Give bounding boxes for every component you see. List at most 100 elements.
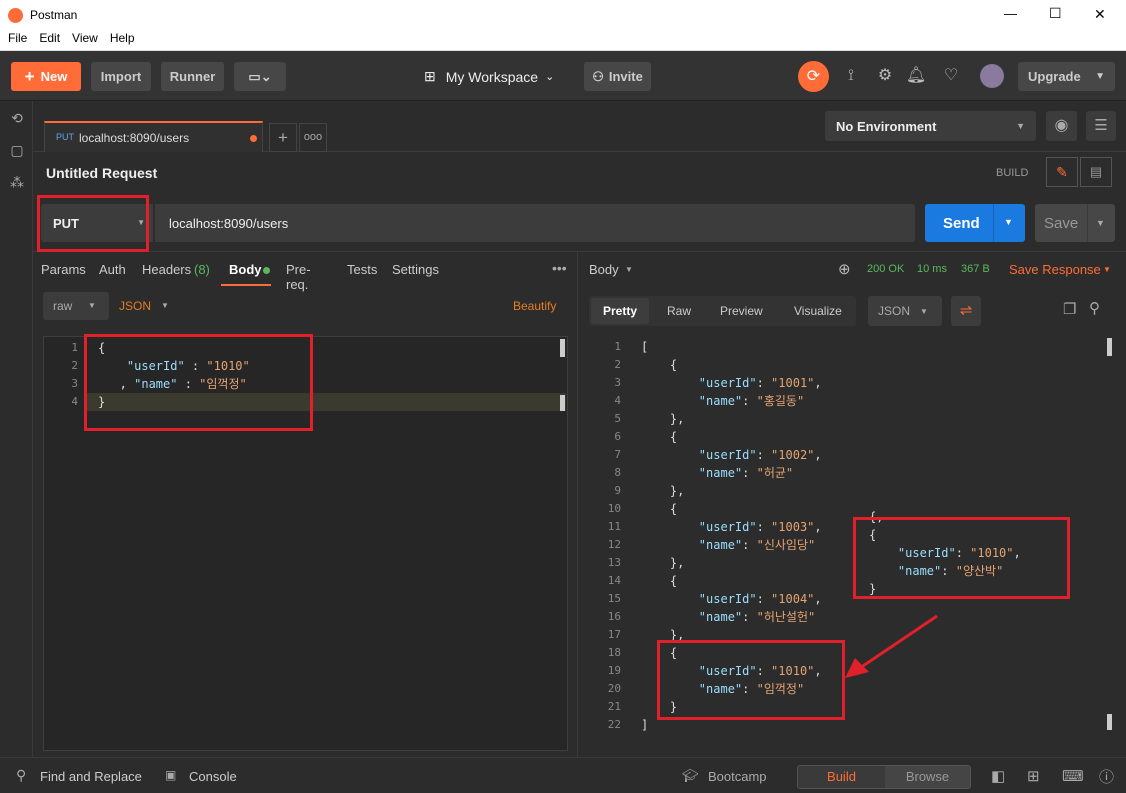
caret-down-icon[interactable]: ▼ xyxy=(1004,217,1013,227)
more-options-icon[interactable]: ••• xyxy=(552,260,567,276)
line-number: 1 xyxy=(71,341,78,354)
code-token: ] xyxy=(641,718,649,732)
help-icon[interactable]: ⓘ xyxy=(1099,766,1114,787)
code-line: { xyxy=(641,428,677,446)
copy-icon[interactable]: ❐ xyxy=(1063,300,1076,318)
sliders-icon[interactable]: ☰ xyxy=(1086,111,1116,141)
bootcamp-icon[interactable]: 🎓︎ xyxy=(682,768,699,784)
status-code: 200 OK xyxy=(867,263,905,275)
editor-scrollbar[interactable] xyxy=(560,339,565,357)
code-token: : xyxy=(742,610,757,624)
wrap-lines-icon[interactable]: ⇌ xyxy=(951,296,981,326)
tab-headers[interactable]: Headers xyxy=(142,262,191,277)
invite-button[interactable]: ⚇ Invite xyxy=(584,62,651,91)
layout-icon[interactable]: ⊞ xyxy=(1027,767,1040,785)
history-icon[interactable]: ⟲ xyxy=(8,109,26,127)
import-button[interactable]: Import xyxy=(91,62,151,91)
tab-visualize[interactable]: Visualize xyxy=(794,304,842,318)
heart-icon[interactable]: ♡ xyxy=(940,65,962,87)
comment-icon[interactable]: ▤ xyxy=(1080,157,1112,187)
keyboard-icon[interactable]: ⌨ xyxy=(1062,767,1084,785)
send-button[interactable]: Send ▼ xyxy=(925,204,1025,242)
response-panel: Body ▼ ⊕ 200 OK 10 ms 367 B Save Respons… xyxy=(579,252,1126,757)
globe-icon[interactable]: ⊕ xyxy=(838,260,851,278)
edit-pencil-icon[interactable]: ✎ xyxy=(1046,157,1078,187)
menu-edit[interactable]: Edit xyxy=(39,31,60,45)
response-size: 367 B xyxy=(961,263,990,275)
tab-settings[interactable]: Settings xyxy=(392,262,439,277)
new-button[interactable]: + New xyxy=(11,62,81,91)
build-mode-toggle: Build Browse xyxy=(797,765,971,789)
code-token: "신사임당" xyxy=(756,538,816,552)
find-replace-button[interactable]: Find and Replace xyxy=(40,769,142,784)
url-input[interactable]: localhost:8090/users xyxy=(155,204,915,242)
sync-icon[interactable]: ⟳ xyxy=(798,61,829,92)
menu-help[interactable]: Help xyxy=(110,31,135,45)
bell-icon[interactable]: 🔔︎ xyxy=(905,65,927,87)
console-icon[interactable]: ▣ xyxy=(165,768,176,782)
line-number: 20 xyxy=(607,682,621,695)
upgrade-button[interactable]: Upgrade ▼ xyxy=(1018,62,1115,91)
body-format-select[interactable]: JSON xyxy=(119,299,151,313)
annotation-box-request-body xyxy=(84,334,313,431)
code-token: : xyxy=(742,538,757,552)
tab-preview[interactable]: Preview xyxy=(720,304,763,318)
save-button[interactable]: Save ▼ xyxy=(1035,204,1115,242)
eye-icon[interactable]: ◉ xyxy=(1046,111,1077,141)
two-pane-icon[interactable]: ◧ xyxy=(991,767,1005,785)
code-line: { xyxy=(641,356,677,374)
code-line: }, xyxy=(641,482,684,500)
avatar[interactable] xyxy=(980,64,1004,88)
tab-body[interactable]: Body xyxy=(229,262,262,277)
beautify-button[interactable]: Beautify xyxy=(513,299,556,313)
tab-prereq[interactable]: Pre-req. xyxy=(286,262,311,292)
code-token: , xyxy=(814,448,822,462)
tab-auth[interactable]: Auth xyxy=(99,262,126,277)
maximize-button[interactable]: ☐ xyxy=(1049,5,1062,22)
search-icon[interactable]: ⚲ xyxy=(1089,299,1100,317)
request-tab[interactable]: PUT localhost:8090/users xyxy=(44,121,263,152)
line-number: 6 xyxy=(614,430,621,443)
new-window-button[interactable]: ▭⌄ xyxy=(234,62,286,91)
code-line: }, xyxy=(641,410,684,428)
menu-file[interactable]: File xyxy=(8,31,27,45)
code-token: : xyxy=(756,448,772,462)
environment-select[interactable]: No Environment ▼ xyxy=(825,111,1036,141)
apis-icon[interactable]: ⁂ xyxy=(8,173,26,191)
response-body-label[interactable]: Body xyxy=(589,262,619,277)
editor-scrollbar-thumb[interactable] xyxy=(560,395,565,411)
console-button[interactable]: Console xyxy=(189,769,237,784)
code-token: : xyxy=(742,394,757,408)
plus-icon: + xyxy=(24,66,35,86)
collections-icon[interactable]: ▢ xyxy=(8,141,26,159)
runner-button[interactable]: Runner xyxy=(161,62,224,91)
code-token: , xyxy=(814,592,822,606)
response-format-select[interactable]: JSON ▼ xyxy=(868,296,942,326)
line-number: 4 xyxy=(614,394,621,407)
response-scrollbar-thumb[interactable] xyxy=(1107,338,1112,356)
satellite-icon[interactable]: ⟟ xyxy=(840,65,862,87)
minimize-button[interactable]: — xyxy=(1004,6,1017,21)
find-replace-icon[interactable]: ⚲ xyxy=(16,767,26,784)
line-number: 13 xyxy=(607,556,621,569)
build-mode-button[interactable]: Build xyxy=(798,766,885,788)
bootcamp-button[interactable]: Bootcamp xyxy=(708,769,767,784)
save-response-button[interactable]: Save Response xyxy=(1009,262,1101,277)
workspace-switcher[interactable]: ⊞ My Workspace ⌄ xyxy=(424,68,554,85)
code-token: "name" xyxy=(698,394,743,408)
add-tab-button[interactable]: + xyxy=(269,123,297,152)
body-type-select[interactable]: raw ▼ xyxy=(43,292,109,320)
response-scrollbar-end[interactable] xyxy=(1107,714,1112,730)
tab-tests[interactable]: Tests xyxy=(347,262,377,277)
browse-mode-button[interactable]: Browse xyxy=(885,766,970,788)
gear-icon[interactable]: ⚙ xyxy=(874,65,896,87)
tab-params[interactable]: Params xyxy=(41,262,86,277)
code-token: "1003" xyxy=(771,520,815,534)
more-tabs-button[interactable]: ooo xyxy=(299,123,327,152)
menu-view[interactable]: View xyxy=(72,31,98,45)
line-number: 17 xyxy=(607,628,621,641)
request-title[interactable]: Untitled Request xyxy=(46,165,157,181)
close-window-button[interactable]: ✕ xyxy=(1094,6,1106,23)
tab-raw[interactable]: Raw xyxy=(667,304,691,318)
